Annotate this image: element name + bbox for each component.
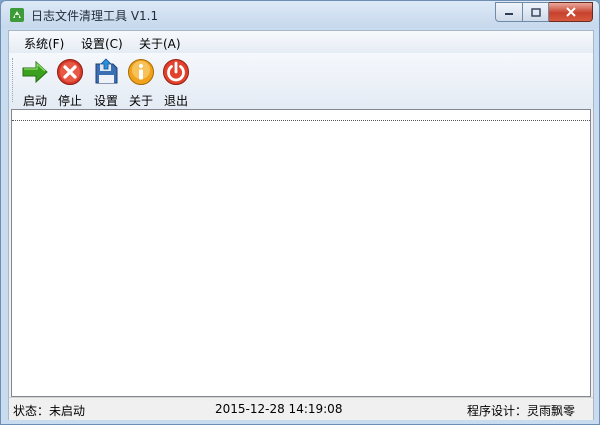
menu-about[interactable]: 关于(A)	[139, 35, 181, 52]
toolbar-grip[interactable]	[12, 58, 15, 102]
about-button[interactable]: 关于	[124, 56, 158, 108]
stop-icon	[57, 59, 83, 85]
stop-label: 停止	[57, 94, 82, 108]
window-title: 日志文件清理工具 V1.1	[31, 9, 159, 23]
exit-label: 退出	[163, 94, 188, 108]
settings-button[interactable]: 设置	[89, 56, 123, 108]
start-label: 启动	[22, 94, 47, 108]
client-area: 系统(F) 设置(C) 关于(A) 启动 停止 设置 关于 退出 状态：未启动 …	[8, 30, 594, 420]
maximize-icon	[530, 7, 541, 17]
menu-bar: 系统(F) 设置(C) 关于(A)	[9, 31, 593, 53]
close-button[interactable]	[549, 2, 593, 22]
app-icon	[10, 8, 24, 22]
app-window: 日志文件清理工具 V1.1 系统(F) 设置(C) 关于(A) 启动 停止 设置…	[0, 0, 600, 425]
status-author: 程序设计：灵雨飘零	[467, 404, 576, 418]
close-icon	[565, 7, 576, 17]
power-icon	[163, 59, 189, 85]
status-state: 状态：未启动	[13, 404, 86, 418]
status-bar: 状态：未启动 2015-12-28 14:19:08 程序设计：灵雨飘零	[9, 397, 593, 420]
info-icon	[128, 59, 154, 85]
minimize-icon	[505, 13, 513, 15]
about-label: 关于	[128, 94, 153, 108]
log-list[interactable]	[11, 109, 591, 397]
toolbar: 启动 停止 设置 关于 退出	[9, 53, 593, 109]
menu-settings[interactable]: 设置(C)	[81, 35, 123, 52]
window-controls	[495, 2, 593, 22]
stop-button[interactable]: 停止	[53, 56, 87, 108]
settings-icon	[95, 58, 118, 84]
start-button[interactable]: 启动	[18, 56, 52, 108]
settings-label: 设置	[93, 94, 118, 108]
status-datetime: 2015-12-28 14:19:08	[215, 402, 343, 416]
log-focus-row[interactable]	[12, 110, 590, 121]
exit-button[interactable]: 退出	[159, 56, 193, 108]
minimize-button[interactable]	[495, 2, 523, 22]
menu-system[interactable]: 系统(F)	[24, 35, 64, 52]
title-bar[interactable]: 日志文件清理工具 V1.1	[1, 1, 599, 28]
arrow-right-icon	[22, 60, 48, 84]
maximize-button[interactable]	[523, 2, 549, 22]
